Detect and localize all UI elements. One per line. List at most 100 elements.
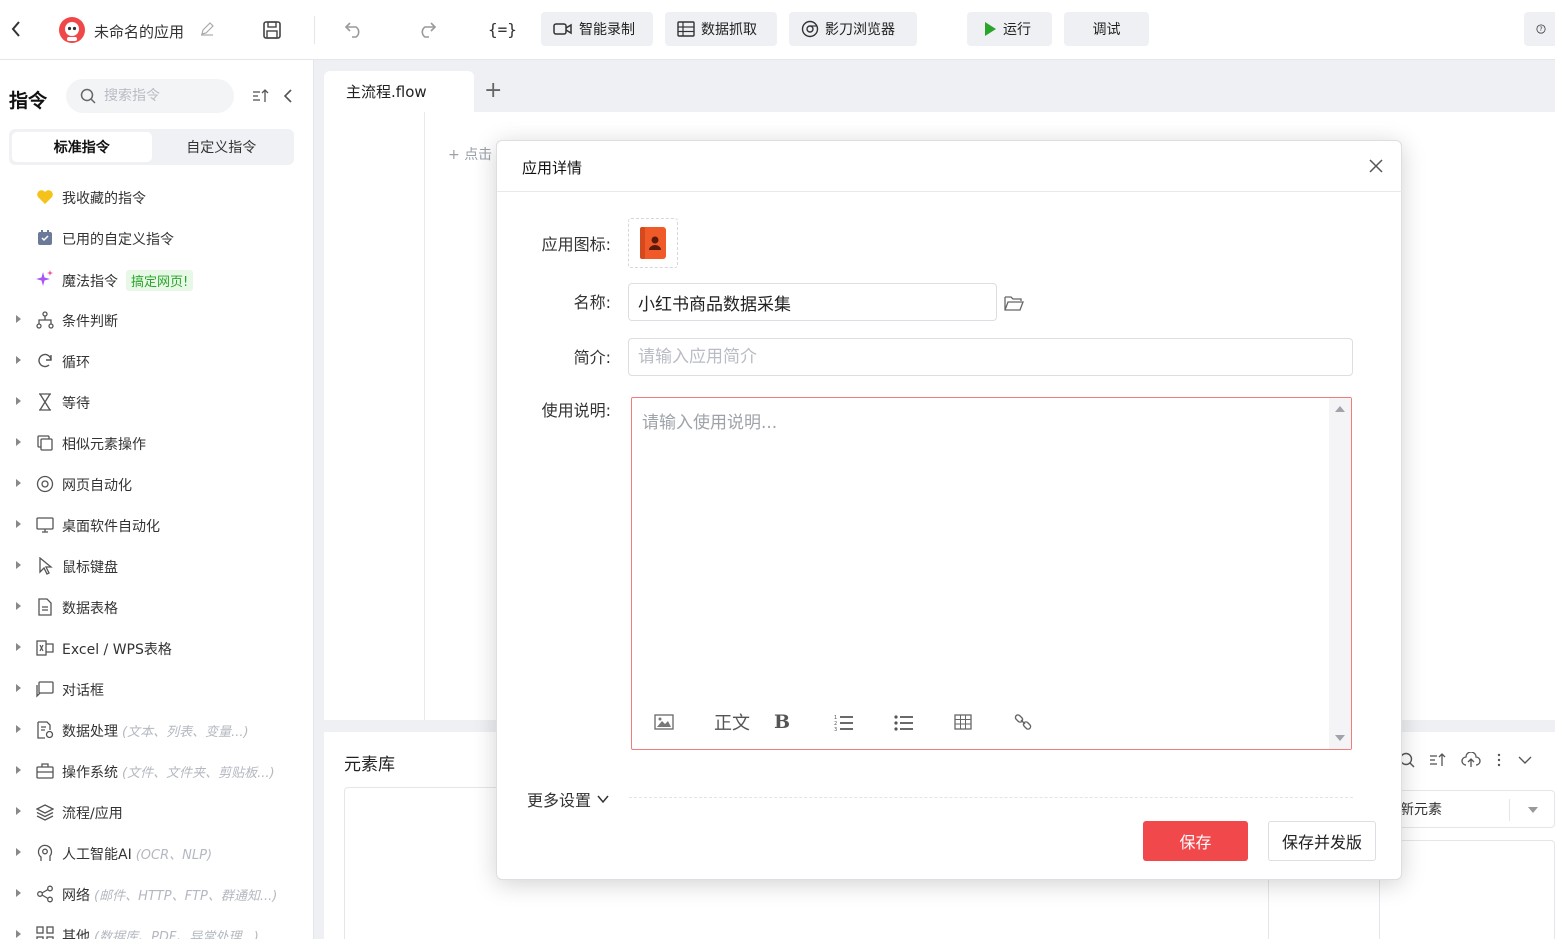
browser-icon: [35, 474, 55, 494]
more-settings-divider: [629, 797, 1353, 798]
sidebar-item-data-processing[interactable]: 数据处理 (文本、列表、变量...): [0, 709, 314, 750]
paragraph-style-button[interactable]: 正文: [714, 710, 774, 734]
app-details-dialog: 应用详情 应用图标: 名称: 简介: 使用说明: 正文 B 123: [496, 140, 1403, 880]
expand-arrow-icon: [16, 438, 21, 446]
sidebar-item-wait[interactable]: 等待: [0, 381, 314, 422]
briefcase-icon: [35, 761, 55, 781]
chevron-down-icon[interactable]: [1517, 752, 1533, 772]
sidebar-item-magic[interactable]: 魔法指令 搞定网页!: [0, 258, 314, 299]
ordered-list-button[interactable]: 123: [834, 710, 894, 734]
edit-pencil-icon[interactable]: [200, 22, 214, 36]
heart-icon: [35, 187, 55, 207]
sidebar-item-web-automation[interactable]: 网页自动化: [0, 463, 314, 504]
tab-standard-commands[interactable]: 标准指令: [12, 132, 152, 162]
app-name[interactable]: 未命名的应用: [94, 21, 184, 42]
sidebar-item-label: 操作系统: [62, 765, 118, 781]
sidebar-item-loop[interactable]: 循环: [0, 340, 314, 381]
search-input[interactable]: [104, 88, 214, 104]
element-type-select[interactable]: 新元素: [1379, 790, 1555, 828]
save-icon[interactable]: [262, 20, 282, 40]
sidebar-item-desktop-automation[interactable]: 桌面软件自动化: [0, 504, 314, 545]
folder-icon[interactable]: [1004, 295, 1024, 315]
command-search[interactable]: [66, 79, 234, 113]
save-button[interactable]: 保存: [1143, 821, 1248, 861]
bullet-list-icon: [894, 715, 913, 731]
dialog-header: 应用详情: [497, 141, 1403, 192]
svg-text:?: ?: [1539, 26, 1542, 33]
add-tab-icon[interactable]: +: [484, 78, 502, 103]
more-settings-toggle[interactable]: 更多设置: [527, 787, 610, 811]
sidebar-item-os[interactable]: 操作系统 (文件、文件夹、剪贴板...): [0, 750, 314, 791]
insert-link-button[interactable]: [1014, 710, 1074, 734]
sidebar-item-mouse-keyboard[interactable]: 鼠标键盘: [0, 545, 314, 586]
collapse-sidebar-icon[interactable]: [283, 88, 293, 104]
sidebar-item-label: Excel / WPS表格: [62, 642, 172, 658]
sidebar-item-ai[interactable]: 人工智能AI (OCR、NLP): [0, 832, 314, 873]
sort-icon[interactable]: [252, 89, 270, 103]
variables-icon[interactable]: {=}: [488, 20, 517, 39]
sidebar-item-used-custom[interactable]: 已用的自定义指令: [0, 217, 314, 258]
sidebar-item-hint: (邮件、HTTP、FTP、群通知...): [94, 889, 278, 904]
more-settings-label: 更多设置: [527, 791, 592, 810]
redo-icon[interactable]: [417, 20, 437, 38]
sidebar-item-label: 条件判断: [62, 314, 118, 330]
line-gutter: [424, 112, 425, 720]
element-type-value: 新元素: [1400, 802, 1442, 818]
custom-package-icon: [35, 228, 55, 248]
more-vertical-icon[interactable]: [1495, 752, 1503, 772]
scroll-down-icon[interactable]: [1335, 735, 1345, 741]
app-name-input[interactable]: [628, 283, 997, 321]
add-command-hint[interactable]: + 点击: [448, 144, 492, 164]
sidebar-item-label: 数据表格: [62, 601, 118, 617]
debug-button[interactable]: 调试: [1064, 12, 1149, 46]
save-and-publish-button[interactable]: 保存并发版: [1268, 821, 1376, 861]
app-desc-input[interactable]: [628, 338, 1353, 376]
help-button[interactable]: ?: [1524, 12, 1555, 46]
expand-arrow-icon: [16, 479, 21, 487]
expand-arrow-icon: [16, 602, 21, 610]
sidebar-item-dialog[interactable]: 对话框: [0, 668, 314, 709]
editor-scrollbar[interactable]: [1329, 398, 1351, 749]
sidebar-item-favorites[interactable]: 我收藏的指令: [0, 176, 314, 217]
name-field-label: 名称:: [573, 293, 611, 312]
run-button[interactable]: 运行: [967, 12, 1052, 46]
insert-table-button[interactable]: [954, 710, 1014, 734]
help-icon: ?: [1536, 24, 1546, 34]
back-icon[interactable]: [10, 20, 22, 38]
sort-icon[interactable]: [1429, 752, 1447, 772]
toolbar-divider: [314, 16, 315, 44]
app-icon-picker[interactable]: [628, 218, 678, 268]
close-icon[interactable]: [1367, 157, 1385, 175]
sidebar-item-process-app[interactable]: 流程/应用: [0, 791, 314, 832]
usage-textarea[interactable]: [642, 408, 1322, 698]
scroll-up-icon[interactable]: [1335, 406, 1345, 412]
tab-main-flow[interactable]: 主流程.flow: [324, 71, 474, 112]
bold-button[interactable]: B: [774, 710, 834, 734]
magic-badge: 搞定网页!: [126, 270, 194, 291]
cloud-upload-icon[interactable]: [1461, 751, 1481, 772]
sidebar-item-excel[interactable]: Excel / WPS表格: [0, 627, 314, 668]
sidebar-item-data-table[interactable]: 数据表格: [0, 586, 314, 627]
link-icon: [1014, 714, 1032, 730]
browser-button[interactable]: 影刀浏览器: [789, 12, 917, 46]
bullet-list-button[interactable]: [894, 710, 954, 734]
dropdown-caret-icon: [1528, 807, 1538, 813]
sidebar-item-hint: (文本、列表、变量...): [122, 725, 249, 740]
sidebar-item-network[interactable]: 网络 (邮件、HTTP、FTP、群通知...): [0, 873, 314, 914]
data-settings-icon: [35, 720, 55, 740]
data-scrape-button[interactable]: 数据抓取: [665, 12, 777, 46]
sidebar-item-label: 魔法指令: [62, 274, 118, 290]
undo-icon[interactable]: [344, 20, 364, 38]
spreadsheet-icon: [35, 638, 55, 658]
add-command-hint-text: 点击: [464, 147, 493, 163]
app-logo-icon: [58, 16, 86, 44]
sidebar-item-other[interactable]: 其他 (数据库、PDF、异常处理...): [0, 914, 314, 939]
sidebar-item-similar-elements[interactable]: 相似元素操作: [0, 422, 314, 463]
smart-record-button[interactable]: 智能录制: [541, 12, 653, 46]
expand-arrow-icon: [16, 684, 21, 692]
sidebar-item-condition[interactable]: 条件判断: [0, 299, 314, 340]
element-preview-box: [1379, 840, 1555, 939]
usage-field-label: 使用说明:: [541, 401, 611, 420]
tab-custom-commands[interactable]: 自定义指令: [152, 132, 292, 162]
insert-image-button[interactable]: [654, 710, 714, 734]
